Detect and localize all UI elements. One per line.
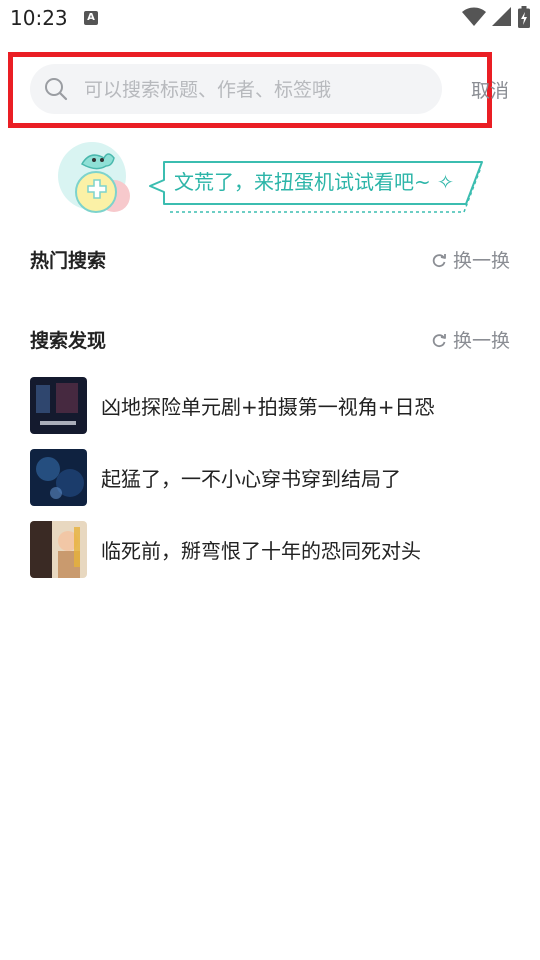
refresh-icon — [432, 253, 446, 267]
gacha-mascot-icon — [58, 142, 130, 213]
hot-search-refresh-button[interactable]: 换一换 — [431, 246, 510, 273]
discover-item-title: 起猛了，一不小心穿书穿到结局了 — [101, 466, 401, 491]
discover-item[interactable]: 凶地探险单元剧+拍摄第一视角+日恐 — [30, 376, 510, 434]
discover-item-title: 临死前，掰弯恨了十年的恐同死对头 — [101, 538, 421, 563]
book-cover-image — [30, 520, 87, 578]
search-highlight-frame — [8, 52, 492, 128]
hot-search-refresh-label: 换一换 — [452, 250, 510, 272]
wifi-icon — [462, 7, 486, 26]
discover-refresh-label: 换一换 — [452, 330, 510, 352]
status-time: 10:23 — [10, 6, 68, 30]
status-bar: 10:23 A — [0, 0, 540, 36]
battery-icon — [518, 6, 530, 28]
gacha-banner[interactable]: 文荒了，来扭蛋机试试看吧~ ✧ — [56, 142, 486, 222]
refresh-icon — [432, 333, 446, 347]
discover-title: 搜索发现 — [30, 330, 107, 352]
book-cover-image — [30, 376, 87, 434]
discover-item-title: 凶地探险单元剧+拍摄第一视角+日恐 — [101, 394, 435, 419]
discover-item[interactable]: 临死前，掰弯恨了十年的恐同死对头 — [30, 520, 510, 578]
gacha-banner-text: 文荒了，来扭蛋机试试看吧~ ✧ — [174, 170, 454, 194]
a-icon: A — [84, 11, 98, 25]
book-cover-image — [30, 448, 87, 506]
discover-item[interactable]: 起猛了，一不小心穿书穿到结局了 — [30, 448, 510, 506]
cancel-button[interactable]: 取消 — [471, 76, 509, 103]
hot-search-title: 热门搜索 — [30, 250, 107, 272]
discover-refresh-button[interactable]: 换一换 — [431, 326, 510, 353]
signal-icon — [492, 7, 511, 26]
status-icons — [462, 6, 530, 28]
